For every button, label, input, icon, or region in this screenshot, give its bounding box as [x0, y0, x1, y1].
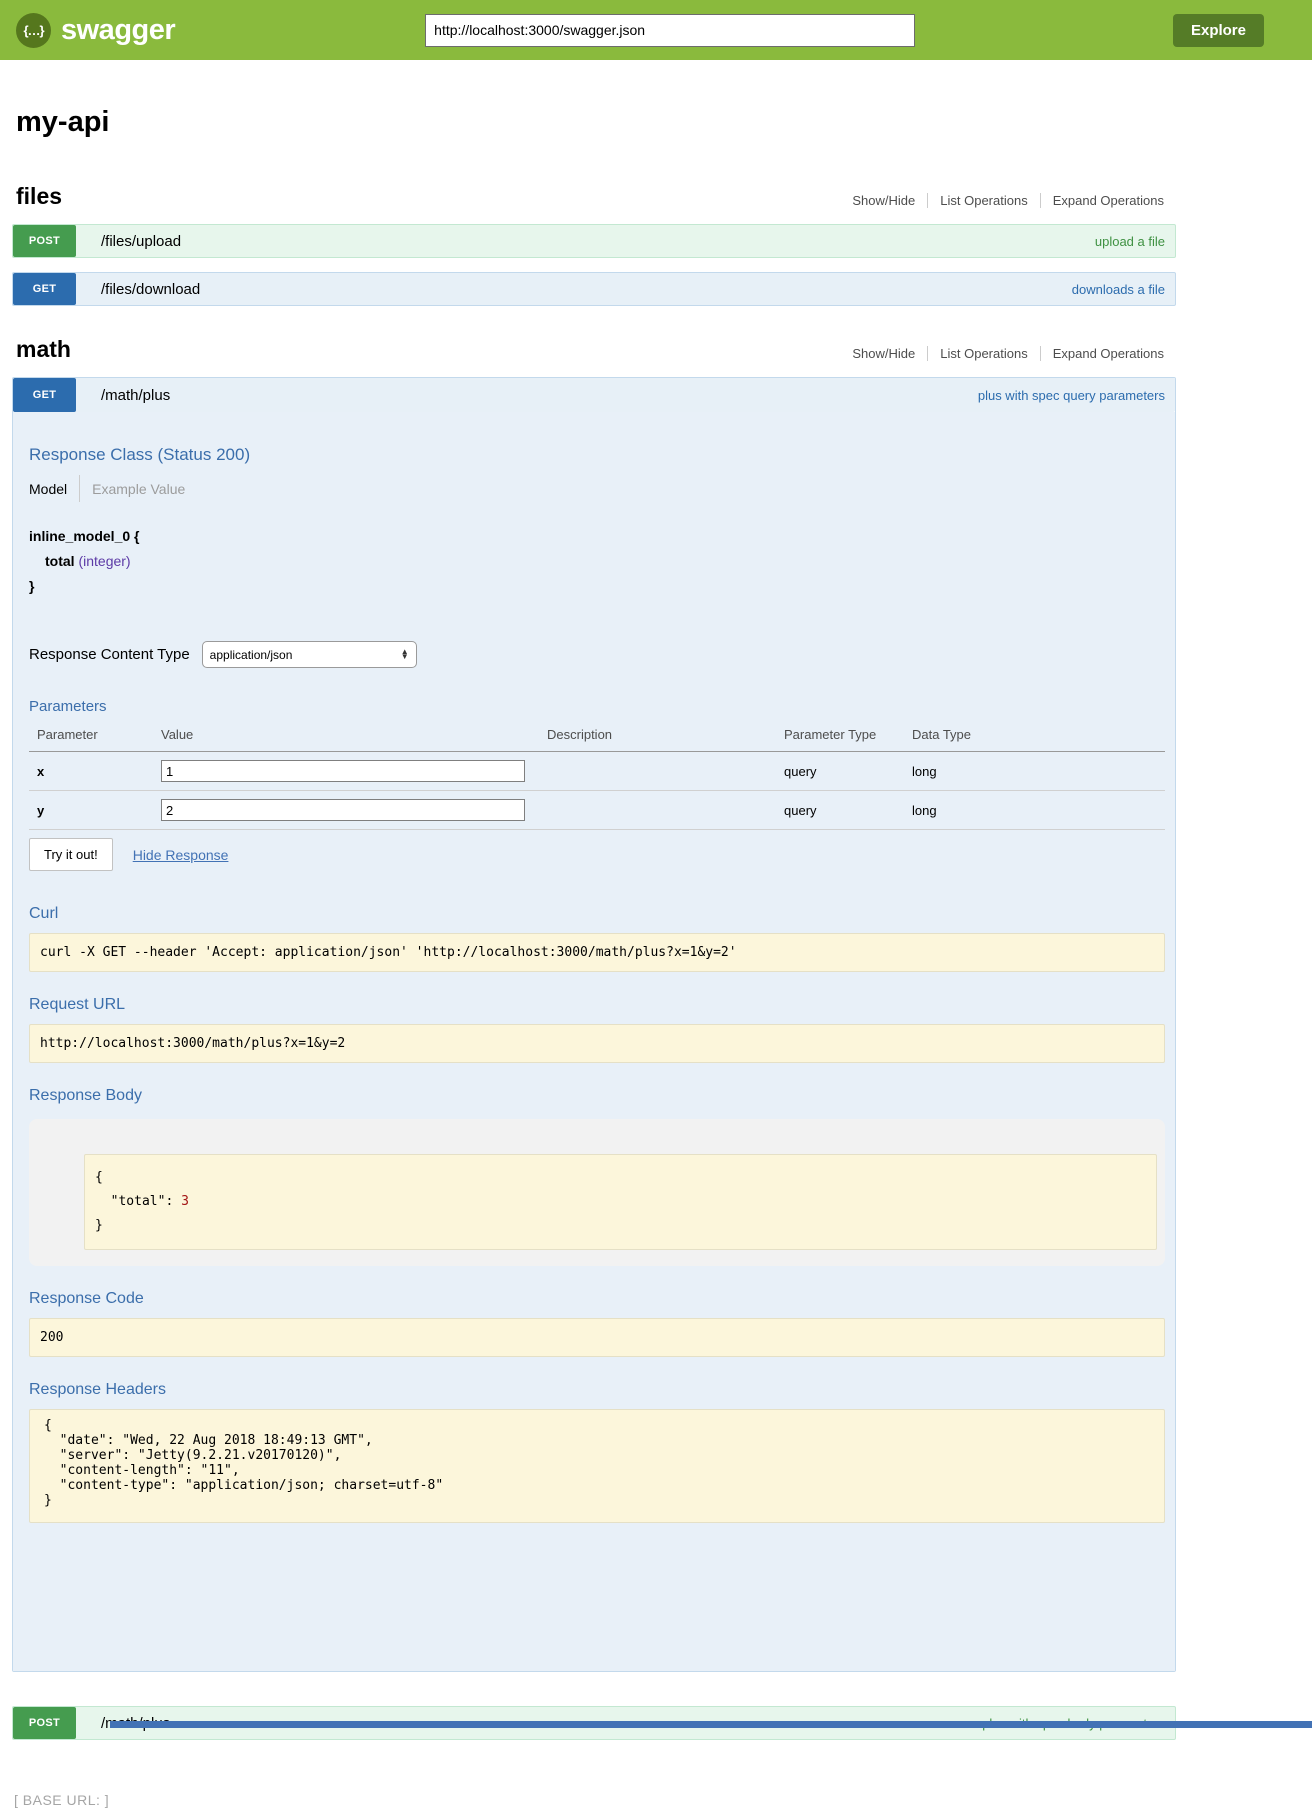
- property-name: total: [45, 553, 75, 569]
- param-name: x: [29, 752, 153, 791]
- param-type: query: [776, 791, 904, 830]
- col-parameter-type: Parameter Type: [776, 723, 904, 752]
- operation-summary-link[interactable]: upload a file: [1095, 234, 1165, 249]
- operation-get-files-download: GET /files/download downloads a file: [12, 272, 1176, 306]
- param-x-input[interactable]: [161, 760, 525, 782]
- expand-operations-link[interactable]: Expand Operations: [1041, 193, 1176, 208]
- col-description: Description: [539, 723, 776, 752]
- operation-row[interactable]: POST /files/upload upload a file: [12, 224, 1176, 258]
- operation-row[interactable]: GET /math/plus plus with spec query para…: [13, 378, 1175, 412]
- swagger-logo[interactable]: {…} swagger: [16, 13, 175, 48]
- parameters-heading: Parameters: [29, 698, 1165, 715]
- brand-title: swagger: [61, 14, 175, 47]
- method-badge-post: POST: [13, 1707, 76, 1739]
- request-url: http://localhost:3000/math/plus?x=1&y=2: [29, 1024, 1165, 1063]
- tab-model[interactable]: Model: [29, 481, 67, 497]
- model-tabs: Model Example Value: [29, 475, 1165, 502]
- files-section-controls: Show/Hide List Operations Expand Operati…: [840, 193, 1176, 210]
- operation-path[interactable]: /files/upload: [101, 233, 181, 250]
- operation-get-math-plus: GET /math/plus plus with spec query para…: [12, 377, 1176, 1672]
- param-description: [539, 791, 776, 830]
- math-section-header: math Show/Hide List Operations Expand Op…: [12, 336, 1176, 363]
- try-it-out-button[interactable]: Try it out!: [29, 838, 113, 871]
- model-signature: inline_model_0 { total (integer) }: [29, 524, 1165, 599]
- model-open-brace: inline_model_0 {: [29, 524, 1165, 549]
- json-open-brace: {: [95, 1170, 103, 1185]
- method-badge-post: POST: [13, 225, 76, 257]
- col-data-type: Data Type: [904, 723, 1165, 752]
- bottom-message-bar: [110, 1721, 1312, 1728]
- files-section-header: files Show/Hide List Operations Expand O…: [12, 183, 1176, 210]
- response-content-type-row: Response Content Type application/json ▲…: [29, 641, 1165, 668]
- selected-option: application/json: [210, 648, 293, 662]
- show-hide-link[interactable]: Show/Hide: [840, 193, 927, 208]
- parameters-table: Parameter Value Description Parameter Ty…: [29, 723, 1165, 830]
- operation-path[interactable]: /math/plus: [101, 387, 170, 404]
- operation-expanded-content: Response Class (Status 200) Model Exampl…: [13, 412, 1175, 1671]
- operation-summary-link[interactable]: downloads a file: [1072, 282, 1165, 297]
- base-url-footer: [ BASE URL: ]: [14, 1792, 1176, 1808]
- method-badge-get: GET: [13, 378, 76, 412]
- curl-command: curl -X GET --header 'Accept: applicatio…: [29, 933, 1165, 972]
- response-body-heading: Response Body: [29, 1087, 1165, 1105]
- json-number-value: 3: [181, 1194, 189, 1209]
- property-type: (integer): [78, 553, 130, 569]
- json-close-brace: }: [95, 1218, 103, 1233]
- param-description: [539, 752, 776, 791]
- parameter-row-x: x query long: [29, 752, 1165, 791]
- operation-post-files-upload: POST /files/upload upload a file: [12, 224, 1176, 258]
- response-content-type-label: Response Content Type: [29, 646, 190, 663]
- expand-operations-link[interactable]: Expand Operations: [1041, 346, 1176, 361]
- col-parameter: Parameter: [29, 723, 153, 752]
- json-key: "total":: [95, 1194, 181, 1209]
- parameter-row-y: y query long: [29, 791, 1165, 830]
- select-arrows-icon: ▲▼: [401, 650, 409, 660]
- param-data-type: long: [904, 752, 1165, 791]
- response-class-heading: Response Class (Status 200): [29, 412, 1165, 465]
- curly-braces-icon: {…}: [16, 13, 51, 48]
- math-section-title: math: [16, 336, 71, 363]
- list-operations-link[interactable]: List Operations: [928, 193, 1039, 208]
- response-code: 200: [29, 1318, 1165, 1357]
- response-code-heading: Response Code: [29, 1290, 1165, 1308]
- param-data-type: long: [904, 791, 1165, 830]
- parameters-table-header: Parameter Value Description Parameter Ty…: [29, 723, 1165, 752]
- response-content-type-select[interactable]: application/json ▲▼: [202, 641, 417, 668]
- files-section-title: files: [16, 183, 62, 210]
- curl-heading: Curl: [29, 905, 1165, 923]
- explore-button[interactable]: Explore: [1173, 14, 1264, 47]
- param-y-input[interactable]: [161, 799, 525, 821]
- divider: [79, 475, 80, 502]
- model-close-brace: }: [29, 574, 1165, 599]
- operation-row[interactable]: GET /files/download downloads a file: [12, 272, 1176, 306]
- list-operations-link[interactable]: List Operations: [928, 346, 1039, 361]
- swagger-url-input[interactable]: [425, 14, 915, 47]
- hide-response-link[interactable]: Hide Response: [133, 847, 229, 863]
- method-badge-get: GET: [13, 273, 76, 305]
- param-type: query: [776, 752, 904, 791]
- api-title: my-api: [16, 106, 1176, 139]
- try-it-row: Try it out! Hide Response: [29, 838, 1165, 871]
- operation-summary-link[interactable]: plus with spec query parameters: [978, 388, 1165, 403]
- top-header: {…} swagger Explore: [0, 0, 1312, 60]
- tab-example-value[interactable]: Example Value: [92, 481, 185, 497]
- response-body-panel: { "total": 3 }: [29, 1119, 1165, 1266]
- request-url-heading: Request URL: [29, 996, 1165, 1014]
- math-section-controls: Show/Hide List Operations Expand Operati…: [840, 346, 1176, 363]
- model-property: total (integer): [45, 549, 1165, 574]
- response-body-json: { "total": 3 }: [84, 1154, 1157, 1250]
- operation-path[interactable]: /files/download: [101, 281, 200, 298]
- col-value: Value: [153, 723, 539, 752]
- response-headers-heading: Response Headers: [29, 1381, 1165, 1399]
- param-name: y: [29, 791, 153, 830]
- show-hide-link[interactable]: Show/Hide: [840, 346, 927, 361]
- response-headers-json: { "date": "Wed, 22 Aug 2018 18:49:13 GMT…: [29, 1409, 1165, 1523]
- page-wrap: my-api files Show/Hide List Operations E…: [12, 106, 1176, 1808]
